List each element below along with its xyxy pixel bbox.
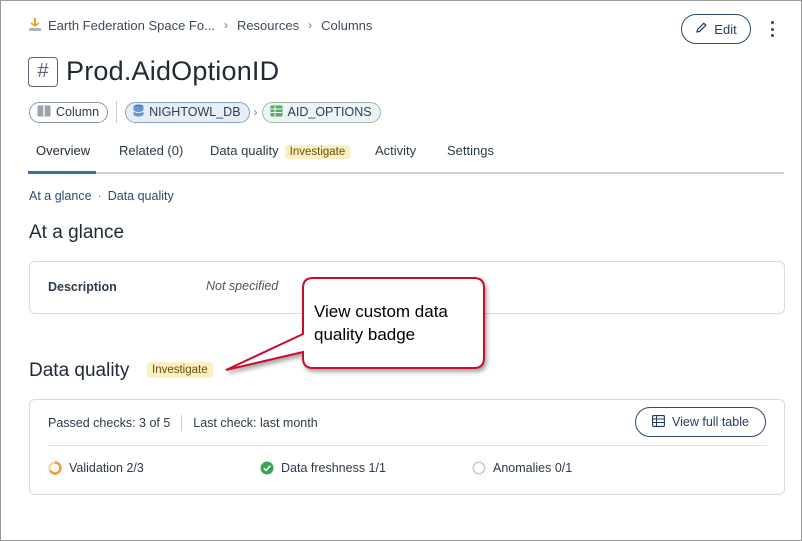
tab-bar: Overview Related (0) Data quality Investi… [28,136,784,174]
page-title: Prod.AidOptionID [66,56,280,86]
database-chip[interactable]: NIGHTOWL_DB [125,101,250,123]
anchor-data-quality[interactable]: Data quality [108,189,174,203]
anchor-at-a-glance[interactable]: At a glance [29,189,92,203]
page-header: # Prod.AidOptionID [28,56,279,87]
table-chip[interactable]: AID_OPTIONS [261,101,381,123]
breadcrumb: Earth Federation Space Fo... › Resources… [28,17,372,33]
last-check: Last check: last month [193,416,318,430]
tab-overview[interactable]: Overview [28,143,96,174]
view-full-table-button[interactable]: View full table [635,407,766,437]
tab-related[interactable]: Related (0) [119,143,183,174]
check-label: Validation 2/3 [69,461,144,475]
callout-text: View custom data quality badge [314,302,448,344]
type-chip-label: Column [56,105,100,119]
check-data-freshness[interactable]: Data freshness 1/1 [260,461,386,475]
table-icon [652,414,665,430]
metadata-chips: Column NIGHTOWL_DB › AID_OPTIONS [29,101,381,123]
data-quality-badge: Investigate [147,362,213,378]
database-chip-label: NIGHTOWL_DB [149,105,241,119]
check-validation[interactable]: Validation 2/3 [48,461,144,475]
breadcrumb-item-workspace[interactable]: Earth Federation Space Fo... [48,18,215,33]
check-label: Anomalies 0/1 [493,461,573,475]
tab-settings[interactable]: Settings [447,143,494,174]
tab-activity[interactable]: Activity [375,143,416,174]
partial-progress-icon [48,461,62,475]
edit-button-label: Edit [714,21,737,37]
type-chip[interactable]: Column [29,101,109,123]
tab-label: Data quality [210,143,279,158]
empty-circle-icon [472,461,486,475]
summary-divider [181,415,183,431]
data-quality-heading: Data quality [29,360,130,381]
column-icon [37,105,51,120]
section-anchors: At a glance · Data quality [29,189,174,203]
edit-button[interactable]: Edit [681,14,751,44]
passed-checks: Passed checks: 3 of 5 [48,416,171,430]
table-chip-label: AID_OPTIONS [287,105,372,119]
check-anomalies[interactable]: Anomalies 0/1 [472,461,572,475]
view-full-table-label: View full table [672,415,749,429]
chevron-right-icon: › [223,18,228,32]
check-circle-icon [260,461,274,475]
chip-divider [116,101,118,123]
breadcrumb-item-columns[interactable]: Columns [321,18,372,33]
pencil-icon [695,21,708,37]
data-quality-summary: Passed checks: 3 of 5 Last check: last m… [48,415,318,431]
anchor-separator: · [97,189,102,203]
at-a-glance-heading: At a glance [29,222,125,243]
check-label: Data freshness 1/1 [281,461,386,475]
data-quality-card: Passed checks: 3 of 5 Last check: last m… [29,399,785,495]
table-icon [270,105,283,120]
database-icon [133,104,144,120]
divider [48,445,767,446]
chevron-right-icon: › [253,105,258,119]
tab-data-quality[interactable]: Data quality Investigate [210,143,351,174]
description-value[interactable]: Not specified [206,279,278,293]
tab-label: Activity [375,143,417,158]
investigate-badge: Investigate [284,145,351,159]
ship-icon [28,17,42,33]
chevron-right-icon: › [308,18,313,32]
tab-label: Settings [447,143,494,158]
breadcrumb-item-resources[interactable]: Resources [237,18,299,33]
column-type-icon: # [28,56,58,87]
kebab-icon[interactable] [764,18,780,40]
description-label: Description [48,280,117,294]
tab-label: Overview [36,143,91,158]
tab-label: Related (0) [119,143,184,158]
